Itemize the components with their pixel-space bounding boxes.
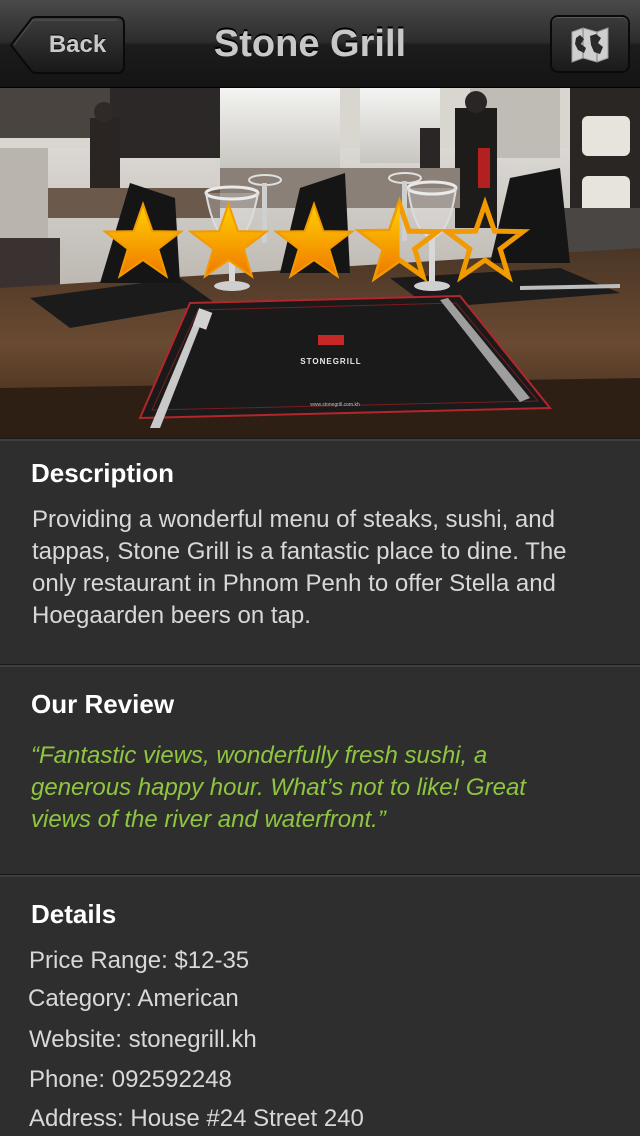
back-button[interactable]: Back [10, 16, 125, 74]
review-line: views of the river and waterfront.” [31, 806, 386, 833]
map-button[interactable] [550, 15, 630, 73]
details-heading: Details [31, 899, 117, 929]
phone-link[interactable]: Phone: 092592248 [29, 1064, 232, 1096]
review-line: “Fantastic views, wonderfully fresh sush… [31, 742, 488, 769]
description-line: Hoegaarden beers on tap. [32, 602, 311, 629]
price-range: Price Range: $12-35 [29, 947, 250, 974]
review-heading: Our Review [31, 689, 175, 719]
star-full-icon [187, 200, 270, 279]
review-section: Our Review “Fantastic views, wonderfully… [0, 667, 640, 874]
details-section: Details Price Range: $12-35 Category: Am… [0, 877, 640, 1136]
category: Category: American [28, 985, 239, 1012]
description-text: Providing a wonderful menu of steaks, su… [32, 504, 622, 632]
description-section: Description Providing a wonderful menu o… [0, 441, 640, 664]
review-text: “Fantastic views, wonderfully fresh sush… [31, 740, 611, 836]
description-heading: Description [31, 458, 175, 488]
map-icon [571, 27, 609, 63]
address: Address: House #24 Street 240 [29, 1105, 364, 1132]
star-full-icon [273, 200, 355, 279]
review-line: generous happy hour. What’s not to like!… [31, 774, 526, 801]
star-rating [0, 88, 640, 438]
description-line: Providing a wonderful menu of steaks, su… [32, 506, 555, 533]
navigation-bar: Back Stone Grill [0, 0, 640, 88]
description-line: only restaurant in Phnom Penh to offer S… [32, 570, 556, 597]
star-full-icon [102, 200, 184, 279]
back-button-label: Back [48, 31, 107, 58]
star-empty-icon [439, 196, 531, 283]
restaurant-detail-screen: Back Stone Grill STONEGRILL www.stonegri… [0, 0, 640, 1136]
website-link[interactable]: Website: stonegrill.kh [29, 1024, 257, 1056]
description-line: tappas, Stone Grill is a fantastic place… [32, 538, 567, 565]
star-rating-graphic [102, 196, 531, 283]
page-title: Stone Grill [213, 23, 407, 65]
